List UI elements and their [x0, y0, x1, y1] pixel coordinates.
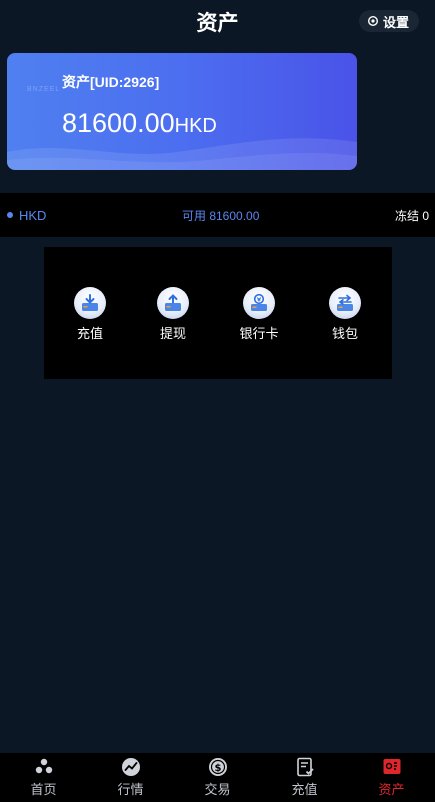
gear-icon — [367, 15, 378, 27]
settings-label: 设置 — [382, 14, 409, 30]
wallet-button[interactable]: 钱包 — [305, 287, 385, 342]
header: 资产 设置 — [0, 0, 435, 42]
trade-icon: $ — [208, 758, 227, 776]
bank-card-label: 银行卡 — [239, 326, 279, 341]
tab-trade-label: 交易 — [204, 782, 231, 797]
balance-row[interactable]: HKD 可用 81600.00 冻结 0 — [0, 193, 435, 237]
withdraw-button[interactable]: 提现 — [133, 287, 213, 342]
asset-amount-value: 81600.00 — [62, 108, 175, 138]
tab-recharge[interactable]: 充值 — [261, 753, 348, 802]
tab-trade[interactable]: $ 交易 — [174, 753, 261, 802]
balance-available: 可用 81600.00 — [182, 208, 260, 223]
settings-button[interactable]: 设置 — [358, 10, 419, 32]
tab-home-label: 首页 — [30, 782, 57, 797]
home-icon — [35, 758, 52, 774]
asset-uid-label: 资产[UID:2926] — [62, 74, 160, 90]
wallet-icon — [329, 287, 361, 319]
asset-amount-currency: HKD — [174, 115, 217, 137]
tab-home[interactable]: 首页 — [0, 753, 87, 802]
balance-currency-label: HKD — [19, 207, 47, 223]
tab-market[interactable]: 行情 — [87, 753, 174, 802]
card-watermark: BNZEEL — [27, 86, 61, 93]
svg-text:$: $ — [214, 763, 221, 774]
assets-icon — [383, 759, 400, 774]
currency-dot-icon — [7, 212, 13, 218]
balance-currency: HKD — [7, 208, 46, 223]
deposit-label: 充值 — [76, 326, 103, 341]
asset-total: 81600.00 HKD — [62, 108, 217, 139]
bottom-tab-bar: 首页 行情 $ 交易 充值 资产 — [0, 753, 435, 802]
withdraw-label: 提现 — [159, 326, 186, 341]
tab-recharge-label: 充值 — [291, 782, 318, 797]
tab-assets[interactable]: 资产 — [348, 753, 435, 802]
asset-card: BNZEEL 资产[UID:2926] 81600.00 HKD — [7, 53, 357, 170]
withdraw-icon — [157, 287, 189, 319]
wallet-label: 钱包 — [331, 326, 358, 341]
deposit-icon — [74, 287, 106, 319]
quick-actions-panel: 充值 提现 银行卡 钱包 — [44, 247, 392, 379]
bank-card-button[interactable]: 银行卡 — [219, 287, 299, 342]
bank-card-icon — [243, 287, 275, 319]
tab-assets-label: 资产 — [378, 782, 405, 797]
deposit-button[interactable]: 充值 — [50, 287, 130, 342]
tab-market-label: 行情 — [117, 782, 144, 797]
recharge-icon — [296, 757, 314, 777]
balance-frozen: 冻结 0 — [394, 208, 429, 223]
market-icon — [121, 758, 140, 776]
